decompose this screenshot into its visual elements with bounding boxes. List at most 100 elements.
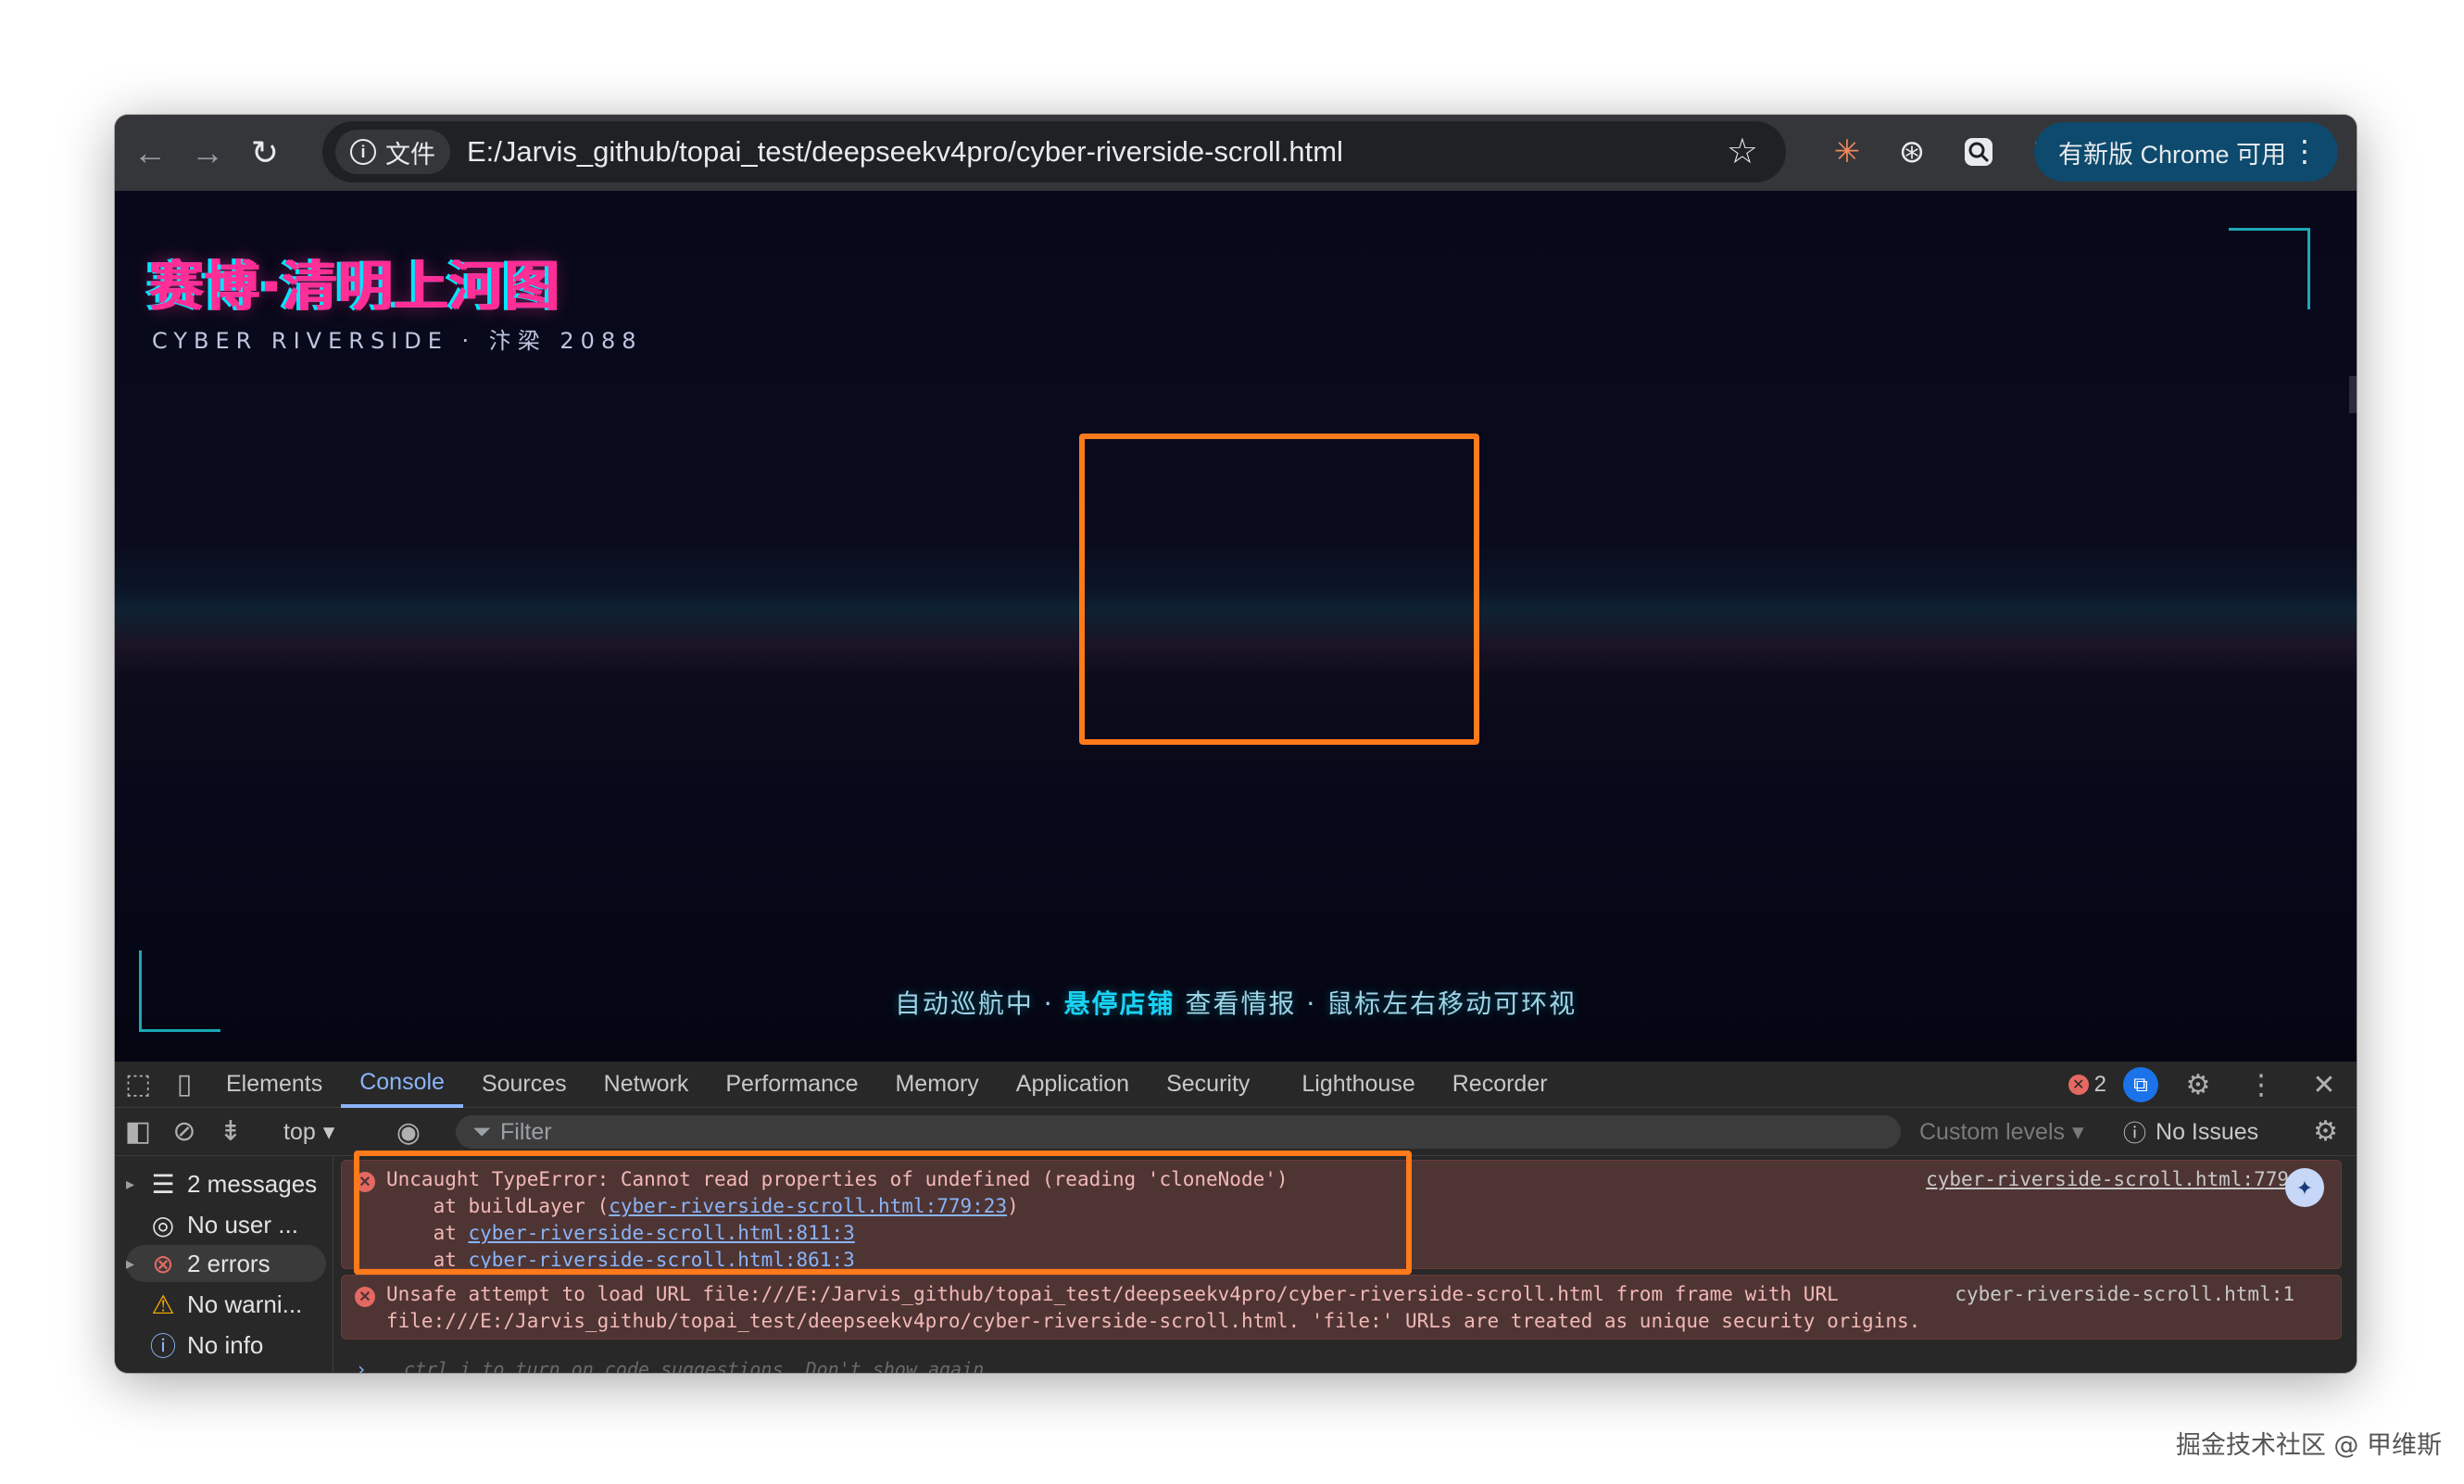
openai-extension-icon[interactable]: ⊛ (1892, 132, 1932, 172)
tab-console[interactable]: Console (341, 1062, 463, 1108)
no-issues-label: No Issues (2156, 1118, 2259, 1145)
page-viewport[interactable]: 赛博·清明上河图 CYBER RIVERSIDE · 汴梁 2088 自动巡航中… (115, 191, 2357, 1062)
reload-button[interactable]: ↻ (243, 131, 287, 175)
context-label: top (283, 1118, 316, 1145)
filter-icon: ⏷ (472, 1118, 492, 1145)
sidebar-item-messages[interactable]: ▸ ☰ 2 messages (126, 1165, 326, 1202)
sidebar-item-label: 2 errors (187, 1249, 270, 1277)
corner-frame-top-right (2229, 228, 2310, 309)
info-icon: i (350, 139, 376, 165)
tab-network[interactable]: Network (585, 1062, 708, 1108)
hint-text-2: 查看情报 · 鼠标左右移动可环视 (1175, 988, 1578, 1019)
filter-placeholder: Filter (500, 1118, 552, 1145)
devtools-tab-bar: ⬚ ▯ Elements Console Sources Network Per… (115, 1062, 2357, 1108)
list-icon: ☰ (151, 1169, 175, 1199)
tab-lighthouse[interactable]: Lighthouse (1283, 1062, 1433, 1108)
chrome-update-button[interactable]: 有新版 Chrome 可用 ⋮ (2033, 122, 2338, 182)
update-label: 有新版 Chrome 可用 (2057, 140, 2286, 169)
info-icon: ⓘ (149, 1332, 176, 1361)
sidebar-item-label: No user ... (187, 1210, 298, 1239)
hint-text-1: 自动巡航中 · (894, 988, 1064, 1019)
error-count: 2 (2093, 1072, 2106, 1097)
tab-sources[interactable]: Sources (463, 1062, 585, 1108)
tab-security[interactable]: Security (1148, 1062, 1268, 1108)
sidebar-item-user-messages[interactable]: ◎ No user ... (126, 1206, 326, 1243)
prompt-chevron-icon: › (356, 1358, 368, 1373)
console-prompt[interactable]: › ctrl i to turn on code suggestions. Do… (356, 1358, 984, 1373)
reload-icon: ↻ (250, 133, 280, 171)
live-expression-icon[interactable]: ⇟ (207, 1109, 254, 1155)
annotation-highlight-box (1079, 434, 1479, 745)
more-options-icon[interactable]: ⋮ (2238, 1062, 2284, 1108)
url-text[interactable]: E:/Jarvis_github/topai_test/deepseekv4pr… (467, 135, 1343, 169)
message-source-link[interactable]: cyber-riverside-scroll.html:779 (1926, 1166, 2289, 1193)
explain-error-icon[interactable]: ✦ (2285, 1168, 2324, 1207)
sidebar-item-label: 2 messages (187, 1169, 318, 1198)
log-levels-dropdown[interactable]: Custom levels ▾ (1919, 1115, 2084, 1149)
arrow-left-icon: ← (133, 133, 167, 171)
tab-memory[interactable]: Memory (876, 1062, 997, 1108)
sidebar-item-label: No info (187, 1330, 264, 1359)
claude-extension-icon[interactable]: ✳ (1827, 132, 1867, 172)
chevron-down-icon: ▾ (322, 1119, 335, 1145)
error-icon: ⊗ (152, 1249, 174, 1278)
annotation-highlight-box (354, 1151, 1412, 1275)
sidebar-item-warnings[interactable]: ⚠ No warni... (126, 1286, 326, 1323)
address-bar[interactable]: i 文件 E:/Jarvis_github/topai_test/deepsee… (322, 121, 1786, 182)
device-toolbar-icon[interactable]: ▯ (161, 1062, 207, 1108)
eye-icon[interactable]: ◉ (385, 1109, 432, 1155)
bookmark-star-icon[interactable]: ☆ (1727, 131, 1758, 172)
issues-button[interactable]: ⓘ No Issues (2123, 1115, 2258, 1149)
more-menu-icon[interactable]: ⋮ (2290, 133, 2319, 169)
console-error-message[interactable]: ✕ Unsafe attempt to load URL file:///E:/… (341, 1275, 2342, 1339)
message-source-link[interactable]: cyber-riverside-scroll.html:1 (1955, 1281, 2294, 1308)
context-selector[interactable]: top ▾ (283, 1115, 334, 1149)
console-toolbar: ◧ ⊘ ⇟ top ▾ ◉ ⏷ Filter Custom levels ▾ ⓘ… (115, 1108, 2357, 1156)
error-icon: ✕ (2068, 1075, 2089, 1095)
browser-window: ← → ↻ i 文件 E:/Jarvis_github/topai_test/d… (115, 115, 2357, 1373)
tab-performance[interactable]: Performance (707, 1062, 876, 1108)
browser-toolbar: ← → ↻ i 文件 E:/Jarvis_github/topai_test/d… (115, 115, 2357, 191)
ai-assistance-icon[interactable]: ⧉ (2123, 1067, 2158, 1102)
console-settings-icon[interactable]: ⚙ (2313, 1115, 2338, 1148)
page-title: 赛博·清明上河图 (148, 255, 560, 318)
prompt-key: i (459, 1358, 471, 1373)
sidebar-item-info[interactable]: ⓘ No info (126, 1327, 326, 1364)
warning-icon: ⚠ (151, 1289, 175, 1319)
filter-input[interactable]: ⏷ Filter (456, 1115, 1901, 1149)
console-sidebar: ▸ ☰ 2 messages ◎ No user ... ▸ ⊗ 2 error… (115, 1156, 333, 1373)
sidebar-toggle-icon[interactable]: ◧ (115, 1109, 161, 1155)
scrollbar-thumb[interactable] (2349, 376, 2357, 413)
devtools-right-controls: ✕ 2 ⧉ ⚙ ⋮ ✕ (2068, 1062, 2347, 1108)
chevron-down-icon: ▾ (2072, 1119, 2084, 1145)
prompt-key: ctrl (404, 1358, 449, 1373)
inspect-element-icon[interactable]: ⬚ (115, 1062, 161, 1108)
custom-levels-label: Custom levels (1919, 1118, 2065, 1145)
search-extension-icon[interactable] (1958, 132, 1999, 172)
caret-right-icon: ▸ (126, 1253, 135, 1273)
prompt-hint: to turn on code suggestions. Don't show … (482, 1358, 985, 1373)
error-counter[interactable]: ✕ 2 (2068, 1072, 2106, 1098)
info-circle-icon: ⓘ (2123, 1121, 2147, 1147)
error-icon: ✕ (355, 1287, 375, 1307)
settings-gear-icon[interactable]: ⚙ (2175, 1062, 2221, 1108)
site-info-chip[interactable]: i 文件 (335, 130, 450, 174)
page-subtitle: CYBER RIVERSIDE · 汴梁 2088 (152, 328, 643, 354)
sidebar-item-errors[interactable]: ▸ ⊗ 2 errors (126, 1245, 326, 1282)
watermark: 掘金技术社区 @ 甲维斯 (2175, 1431, 2442, 1460)
site-chip-label: 文件 (385, 140, 435, 169)
hint-highlight: 悬停店铺 (1063, 988, 1175, 1019)
arrow-right-icon: → (191, 133, 224, 171)
tab-elements[interactable]: Elements (207, 1062, 341, 1108)
clear-console-icon[interactable]: ⊘ (161, 1109, 207, 1155)
tab-application[interactable]: Application (998, 1062, 1148, 1108)
user-icon: ◎ (151, 1210, 175, 1239)
tab-recorder[interactable]: Recorder (1434, 1062, 1566, 1108)
error-text: file:///E:/Jarvis_github/topai_test/deep… (386, 1310, 1921, 1332)
forward-button[interactable]: → (185, 131, 230, 175)
close-devtools-icon[interactable]: ✕ (2301, 1062, 2347, 1108)
caret-right-icon: ▸ (126, 1174, 135, 1193)
sidebar-item-label: No warni... (187, 1289, 303, 1318)
back-button[interactable]: ← (128, 131, 172, 175)
navigation-hint: 自动巡航中 · 悬停店铺 查看情报 · 鼠标左右移动可环视 (115, 984, 2357, 1021)
